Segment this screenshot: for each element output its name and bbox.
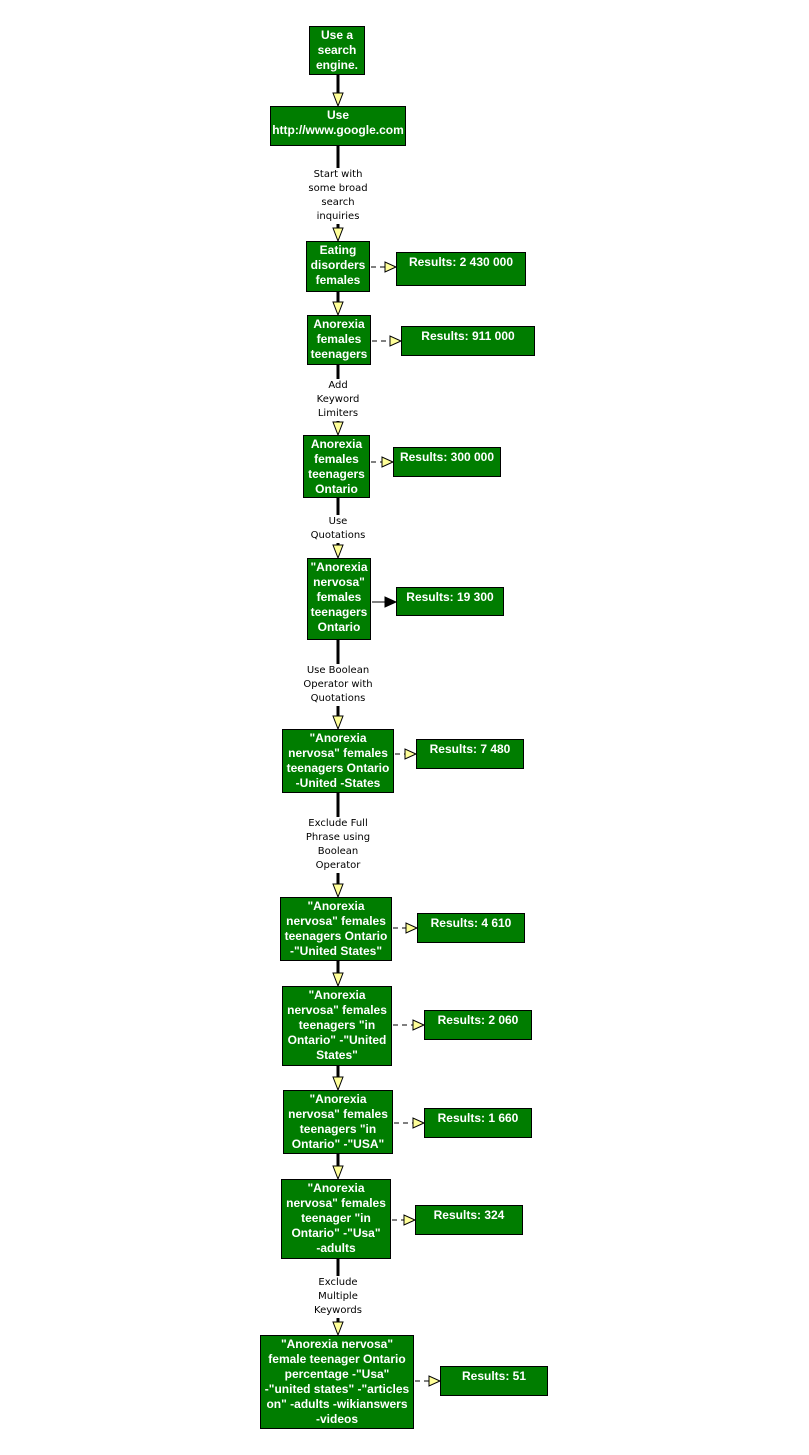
arrowhead-down-icon xyxy=(332,92,344,108)
query-node: "Anorexia nervosa" females teenagers Ont… xyxy=(280,897,392,961)
result-count-box: Results: 2 430 000 xyxy=(396,252,526,286)
query-node: Eating disorders females xyxy=(306,241,370,292)
arrowhead-right-icon xyxy=(381,456,395,468)
edge-label: Start with some broad search inquiries xyxy=(288,168,388,224)
arrowhead-right-icon xyxy=(403,1214,417,1226)
arrowhead-down-icon xyxy=(332,1165,344,1181)
arrowhead-down-icon xyxy=(332,544,344,560)
arrowhead-down-icon xyxy=(332,227,344,243)
query-node: "Anorexia nervosa" females teenagers "in… xyxy=(282,986,392,1066)
arrowhead-right-icon xyxy=(412,1019,426,1031)
arrowhead-down-icon xyxy=(332,421,344,437)
result-count-box: Results: 19 300 xyxy=(396,587,504,616)
arrowhead-right-icon xyxy=(412,1117,426,1129)
edge-label: Exclude Multiple Keywords xyxy=(288,1276,388,1318)
query-node: Anorexia females teenagers Ontario xyxy=(303,435,370,498)
arrowhead-down-icon xyxy=(332,301,344,317)
arrowhead-right-icon xyxy=(405,922,419,934)
result-count-box: Results: 51 xyxy=(440,1366,548,1396)
arrowhead-down-icon xyxy=(332,883,344,899)
search-strategy-flowchart: Use a search engine. Use http://www.googl… xyxy=(0,0,809,1455)
result-count-box: Results: 911 000 xyxy=(401,326,535,356)
edge-label: Add Keyword Limiters xyxy=(288,379,388,421)
edge-label: Use Quotations xyxy=(288,515,388,543)
arrowhead-down-icon xyxy=(332,715,344,731)
query-node: "Anorexia nervosa" females teenager "in … xyxy=(281,1179,391,1259)
query-node: Use http://www.google.com xyxy=(270,106,406,146)
arrowhead-right-icon xyxy=(428,1375,442,1387)
arrowhead-right-icon xyxy=(404,748,418,760)
arrowhead-right-icon xyxy=(384,596,398,608)
edge-label: Use Boolean Operator with Quotations xyxy=(288,664,388,706)
result-count-box: Results: 4 610 xyxy=(417,913,525,943)
query-node: "Anorexia nervosa" female teenager Ontar… xyxy=(260,1335,414,1429)
result-count-box: Results: 2 060 xyxy=(424,1010,532,1040)
query-node: "Anorexia nervosa" females teenagers "in… xyxy=(283,1090,393,1154)
result-count-box: Results: 1 660 xyxy=(424,1108,532,1138)
result-count-box: Results: 300 000 xyxy=(393,447,501,477)
query-node: Anorexia females teenagers xyxy=(307,315,371,365)
result-count-box: Results: 7 480 xyxy=(416,739,524,769)
query-node: "Anorexia nervosa" females teenagers Ont… xyxy=(282,729,394,793)
query-node: "Anorexia nervosa" females teenagers Ont… xyxy=(307,558,371,640)
arrowhead-right-icon xyxy=(384,261,398,273)
query-node: Use a search engine. xyxy=(309,26,365,75)
arrowhead-right-icon xyxy=(389,335,403,347)
connectors xyxy=(332,75,442,1387)
result-count-box: Results: 324 xyxy=(415,1205,523,1235)
arrowhead-down-icon xyxy=(332,1321,344,1337)
edge-label: Exclude Full Phrase using Boolean Operat… xyxy=(288,817,388,873)
arrowhead-down-icon xyxy=(332,1076,344,1092)
arrowhead-down-icon xyxy=(332,972,344,988)
